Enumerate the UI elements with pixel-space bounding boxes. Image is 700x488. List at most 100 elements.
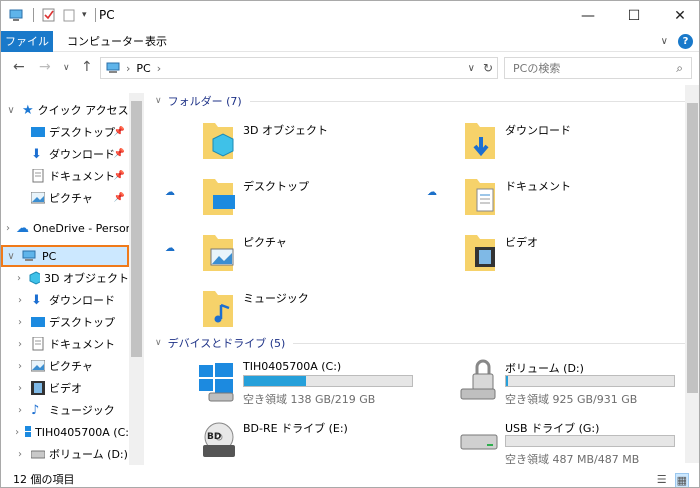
window-title: PC xyxy=(99,8,115,22)
expand-chevron-icon[interactable]: ∨ xyxy=(6,105,16,116)
quick-access-toolbar: ▾ xyxy=(9,8,98,22)
folder-music[interactable]: ミュージック xyxy=(145,285,395,337)
nav-quick-desktop[interactable]: デスクトップ 📌 xyxy=(1,121,129,143)
nav-pc-music[interactable]: › ♪ ミュージック xyxy=(1,399,129,421)
details-view-icon[interactable]: ☰ xyxy=(657,473,667,487)
folder-pictures[interactable]: ピクチャ xyxy=(145,229,395,281)
nav-onedrive[interactable]: › ☁ OneDrive - Person xyxy=(1,217,133,239)
collapse-chevron-icon[interactable]: › xyxy=(15,405,25,416)
nav-pc-drive-d[interactable]: › ボリューム (D:) xyxy=(1,443,129,465)
nav-item-label: ドキュメント xyxy=(49,338,115,351)
pin-icon[interactable]: 📌 xyxy=(114,127,125,137)
collapse-chevron-icon[interactable]: › xyxy=(6,223,10,234)
document-icon xyxy=(32,337,44,351)
folder-3d-objects[interactable]: 3D オブジェクト xyxy=(145,117,395,169)
nav-quick-pictures[interactable]: ピクチャ 📌 xyxy=(1,187,129,209)
drive-d[interactable]: ボリューム (D:) 空き領域 925 GB/931 GB xyxy=(407,359,675,411)
film-icon xyxy=(31,381,45,395)
nav-pc-documents[interactable]: › ドキュメント xyxy=(1,333,129,355)
folder-documents[interactable]: ドキュメント xyxy=(407,173,657,225)
drive-free-space: 空き領域 925 GB/931 GB xyxy=(505,393,638,406)
nav-pc-3d[interactable]: › 3D オブジェクト xyxy=(1,267,129,289)
expand-chevron-icon[interactable]: ∨ xyxy=(6,251,16,262)
nav-pc-desktop[interactable]: › デスクトップ xyxy=(1,311,129,333)
close-button[interactable]: ✕ xyxy=(657,1,699,31)
group-collapse-icon[interactable]: ∨ xyxy=(155,338,162,348)
collapse-chevron-icon[interactable]: › xyxy=(15,449,25,460)
collapse-chevron-icon[interactable]: › xyxy=(15,339,25,350)
nav-pc-pictures[interactable]: › ピクチャ xyxy=(1,355,129,377)
content-pane: ∨ フォルダー (7) 3D オブジェクト ダウンロード ☁ デスクトップ ☁ … xyxy=(145,93,685,466)
pin-icon[interactable]: 📌 xyxy=(114,149,125,159)
nav-quick-documents[interactable]: ドキュメント 📌 xyxy=(1,165,129,187)
collapse-chevron-icon[interactable]: › xyxy=(15,317,25,328)
collapse-chevron-icon[interactable]: › xyxy=(15,273,23,284)
svg-text:BD: BD xyxy=(207,432,221,442)
group-divider xyxy=(249,100,685,102)
up-button[interactable]: ↑ xyxy=(81,59,93,75)
nav-item-label: ドキュメント xyxy=(49,170,115,183)
search-placeholder: PCの検索 xyxy=(513,62,561,75)
locked-drive-icon xyxy=(460,359,496,400)
pin-icon[interactable]: 📌 xyxy=(114,171,125,181)
nav-pc-downloads[interactable]: › ⬇ ダウンロード xyxy=(1,289,129,311)
address-bar[interactable]: › PC › ∨ ↻ xyxy=(100,57,498,79)
folder-desktop[interactable]: デスクトップ xyxy=(145,173,395,225)
properties-icon[interactable] xyxy=(42,8,56,22)
expand-ribbon-icon[interactable]: ∨ xyxy=(661,36,668,47)
title-bar: ▾ PC — ☐ ✕ xyxy=(1,1,699,31)
desktop-icon xyxy=(31,316,45,327)
tab-file[interactable]: ファイル xyxy=(1,31,53,52)
windows-drive-icon xyxy=(25,426,32,437)
refresh-icon[interactable]: ↻ xyxy=(483,61,493,75)
drive-label: BD-RE ドライブ (E:) xyxy=(243,422,348,435)
new-folder-icon[interactable] xyxy=(62,8,76,22)
drives-group-header[interactable]: ∨ デバイスとドライブ (5) xyxy=(155,335,685,351)
recent-locations-icon[interactable]: ∨ xyxy=(63,63,70,73)
drive-g[interactable]: USB ドライブ (G:) 空き領域 487 MB/487 MB xyxy=(407,419,675,471)
tab-view[interactable]: 表示 xyxy=(135,31,177,52)
collapse-chevron-icon[interactable]: › xyxy=(15,361,25,372)
breadcrumb-pc[interactable]: PC xyxy=(136,62,150,75)
maximize-button[interactable]: ☐ xyxy=(611,1,657,31)
drive-c[interactable]: TIH0405700A (C:) 空き領域 138 GB/219 GB xyxy=(145,359,413,411)
collapse-chevron-icon[interactable]: › xyxy=(15,295,25,306)
customize-qat-icon[interactable]: ▾ xyxy=(82,10,87,20)
usb-drive-icon xyxy=(460,434,498,450)
nav-item-label: ビデオ xyxy=(49,382,82,395)
collapse-chevron-icon[interactable]: › xyxy=(15,383,25,394)
back-button[interactable]: ← xyxy=(13,59,25,75)
large-icons-view-icon[interactable]: ▦ xyxy=(674,473,689,487)
desktop-icon xyxy=(31,126,45,137)
nav-pc-drive-c[interactable]: › TIH0405700A (C: xyxy=(1,421,129,443)
cloud-icon: ☁ xyxy=(16,220,29,236)
folder-downloads[interactable]: ダウンロード xyxy=(407,117,657,169)
search-input[interactable]: PCの検索 ⌕ xyxy=(504,57,692,79)
collapse-chevron-icon[interactable]: › xyxy=(15,427,19,438)
drive-e[interactable]: BD BD-RE ドライブ (E:) xyxy=(145,419,405,471)
nav-quick-downloads[interactable]: ⬇ ダウンロード 📌 xyxy=(1,143,129,165)
windows-drive-icon xyxy=(199,363,234,402)
folder-videos[interactable]: ビデオ xyxy=(407,229,657,281)
minimize-button[interactable]: — xyxy=(565,1,611,31)
forward-button[interactable]: → xyxy=(39,59,51,75)
pin-icon[interactable]: 📌 xyxy=(114,193,125,203)
view-toggle: ☰ ▦ xyxy=(657,473,689,487)
nav-scrollbar-thumb[interactable] xyxy=(131,101,142,357)
nav-item-label: 3D オブジェクト xyxy=(44,272,129,285)
desktop-folder-icon xyxy=(203,179,235,215)
ribbon-tabs: ファイル コンピューター 表示 ∨ ? xyxy=(1,31,699,52)
drive-label: USB ドライブ (G:) xyxy=(505,422,600,435)
breadcrumb-chevron-icon[interactable]: › xyxy=(157,62,161,75)
drives-group-label: デバイスとドライブ (5) xyxy=(167,337,286,350)
nav-pc[interactable]: ∨ PC xyxy=(1,245,129,267)
download-arrow-icon: ⬇ xyxy=(31,292,42,308)
folders-group-header[interactable]: ∨ フォルダー (7) xyxy=(155,93,685,109)
address-dropdown-icon[interactable]: ∨ xyxy=(468,63,475,74)
nav-pc-videos[interactable]: › ビデオ xyxy=(1,377,129,399)
content-scrollbar-thumb[interactable] xyxy=(687,103,698,393)
folder-label: デスクトップ xyxy=(243,180,309,193)
group-collapse-icon[interactable]: ∨ xyxy=(155,96,162,106)
nav-quick-access[interactable]: ∨ ★ クイック アクセス xyxy=(1,99,129,121)
help-icon[interactable]: ? xyxy=(678,34,693,49)
